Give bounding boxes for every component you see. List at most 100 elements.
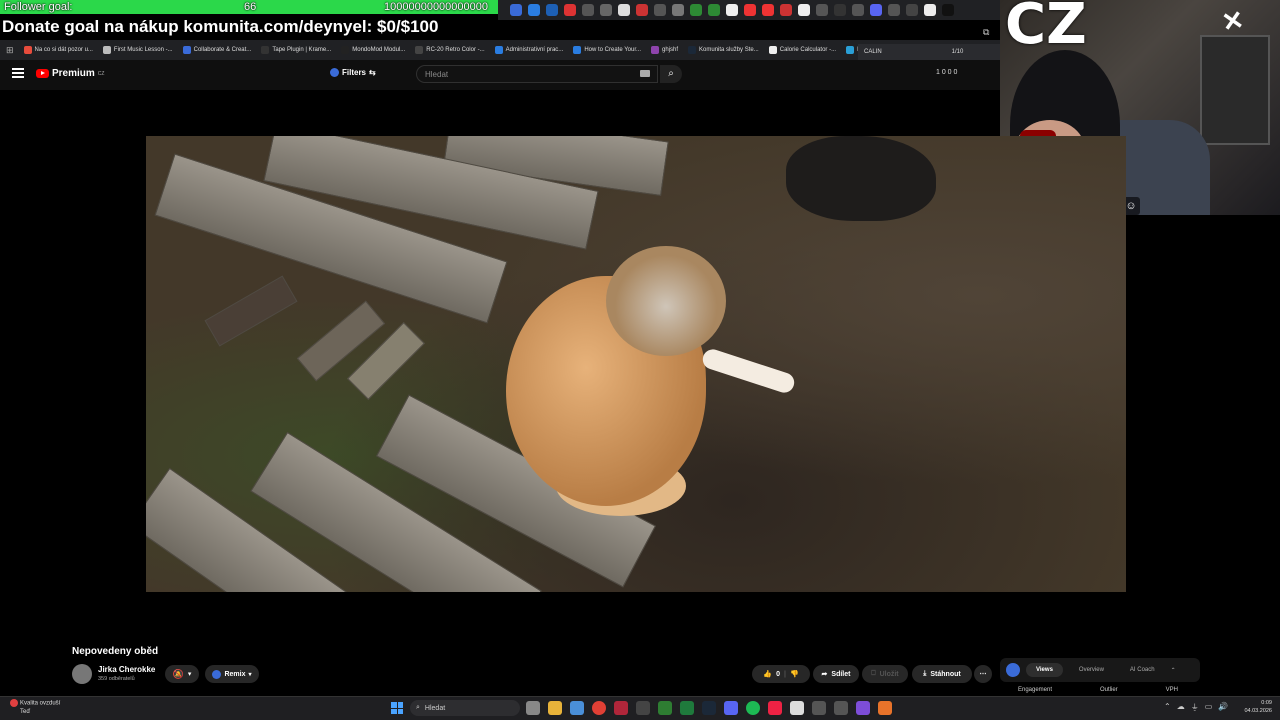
extension-icon[interactable]: [798, 4, 810, 16]
find-in-page-bar[interactable]: CALIN 1/10: [858, 44, 1003, 60]
extension-icon[interactable]: [816, 4, 828, 16]
extension-icon[interactable]: [654, 4, 666, 16]
app-icon[interactable]: [614, 701, 628, 715]
app-icon[interactable]: [636, 701, 650, 715]
bookmark-item[interactable]: Calorie Calculator -...: [768, 46, 836, 54]
tab-views[interactable]: Views: [1026, 663, 1063, 677]
keyboard-icon[interactable]: [640, 70, 650, 77]
like-button[interactable]: 👍 0 | 👎: [752, 665, 810, 683]
extension-icon[interactable]: [870, 4, 882, 16]
extension-icon[interactable]: [510, 4, 522, 16]
chevron-up-icon[interactable]: ⌃: [1171, 667, 1176, 674]
app-icon[interactable]: [856, 701, 870, 715]
weather-title: Kvalita ovzduší: [20, 700, 61, 707]
sliders-icon: ⇆: [369, 68, 376, 77]
bookmark-item[interactable]: Collaborate & Creat...: [182, 46, 251, 54]
notification-bell-button[interactable]: 🔕 ▾: [165, 665, 199, 683]
discord-icon[interactable]: [724, 701, 738, 715]
app-icon[interactable]: [790, 701, 804, 715]
extension-icon[interactable]: [528, 4, 540, 16]
follower-goal-target: 10000000000000000: [384, 1, 489, 13]
app-icon[interactable]: [570, 701, 584, 715]
dark-rock: [786, 136, 936, 221]
more-actions-button[interactable]: ⋯: [974, 665, 992, 683]
save-button[interactable]: ⎕ Uložit: [862, 665, 908, 683]
download-button[interactable]: ⤓ Stáhnout: [912, 665, 972, 683]
search-button[interactable]: ⌕: [660, 65, 682, 83]
extension-icon[interactable]: [834, 4, 846, 16]
extension-icon[interactable]: [942, 4, 954, 16]
bookmark-item[interactable]: First Music Lesson -...: [102, 46, 173, 54]
more-dots-icon: ⋯: [979, 671, 987, 678]
file-explorer-icon[interactable]: [548, 701, 562, 715]
extension-icon[interactable]: [744, 4, 756, 16]
extension-icon[interactable]: [852, 4, 864, 16]
speaker-icon[interactable]: 🔊: [1218, 702, 1228, 713]
bookmark-item[interactable]: Administrativní prac...: [494, 46, 563, 54]
bookmark-item[interactable]: ghjshf: [651, 46, 678, 54]
app-icon[interactable]: [834, 701, 848, 715]
steam-icon[interactable]: [702, 701, 716, 715]
bookmark-item[interactable]: MondoMod Modul...: [341, 46, 405, 54]
extension-icon[interactable]: [672, 4, 684, 16]
metric-engagement: Engagement: [1018, 687, 1053, 693]
excel-icon[interactable]: [680, 701, 694, 715]
chevron-up-icon[interactable]: ⌃: [1164, 702, 1171, 713]
download-label: Stáhnout: [930, 670, 961, 678]
channel-avatar[interactable]: [72, 664, 92, 684]
hamburger-menu-icon[interactable]: [12, 68, 24, 78]
extension-icon[interactable]: [906, 4, 918, 16]
bookmark-item[interactable]: Komunita služby Ste...: [688, 46, 759, 54]
search-icon: ⌕: [416, 704, 420, 711]
youtube-logo[interactable]: Premium CZ: [36, 68, 104, 79]
apps-grid-icon[interactable]: ⊞: [6, 45, 14, 56]
chrome-icon[interactable]: [592, 701, 606, 715]
network-icon[interactable]: ☁: [1177, 702, 1185, 713]
windows-start-button[interactable]: [391, 702, 403, 714]
remix-button[interactable]: Remix ▾: [205, 665, 259, 683]
extension-icon[interactable]: [780, 4, 792, 16]
usb-icon[interactable]: ⏚: [1191, 702, 1199, 713]
thumbs-up-icon: 👍: [763, 671, 773, 678]
extension-icon[interactable]: [546, 4, 558, 16]
tab-ai-coach[interactable]: AI Coach: [1120, 663, 1165, 677]
filters-label: Filters: [342, 68, 367, 77]
extension-icon[interactable]: [762, 4, 774, 16]
extension-icon[interactable]: [600, 4, 612, 16]
battery-icon[interactable]: ▭: [1205, 702, 1213, 713]
filters-button[interactable]: Filters ⇆: [330, 68, 376, 77]
video-player[interactable]: [146, 136, 1126, 592]
bookmark-item[interactable]: Tape Plugin | Krame...: [261, 46, 331, 54]
bookmark-item[interactable]: Na co si dát pozor u...: [23, 46, 93, 54]
find-query[interactable]: CALIN: [864, 49, 882, 55]
extension-icon[interactable]: [618, 4, 630, 16]
brave-icon[interactable]: [878, 701, 892, 715]
search-input[interactable]: Hledat: [416, 65, 658, 83]
thumbs-down-icon[interactable]: 👎: [790, 670, 799, 678]
bookmark-item[interactable]: How to Create Your...: [573, 46, 641, 54]
extension-icon[interactable]: [708, 4, 720, 16]
task-view-icon[interactable]: [526, 701, 540, 715]
spotify-icon[interactable]: [746, 701, 760, 715]
bookmark-icon: ⎕: [871, 670, 876, 677]
weather-widget[interactable]: Kvalita ovzduší Teď: [10, 699, 60, 716]
taskbar-search[interactable]: ⌕ Hledat: [410, 700, 520, 716]
extension-icon[interactable]: [690, 4, 702, 16]
extension-icon[interactable]: [564, 4, 576, 16]
extension-icon[interactable]: [582, 4, 594, 16]
cast-icon[interactable]: ⧉: [983, 27, 989, 38]
channel-name[interactable]: Jirka Cherokke: [98, 665, 155, 674]
header-stats: 1 0 0 0: [936, 69, 958, 76]
nvidia-icon[interactable]: [658, 701, 672, 715]
taskbar-clock[interactable]: 0:09 04.03.2026: [1236, 699, 1272, 715]
app-icon[interactable]: [768, 701, 782, 715]
extension-icon[interactable]: [924, 4, 936, 16]
extension-icon[interactable]: [726, 4, 738, 16]
settings-icon[interactable]: [812, 701, 826, 715]
extension-icon[interactable]: [888, 4, 900, 16]
subscriber-count: 359 odběratelů: [98, 676, 135, 682]
tab-overview[interactable]: Overview: [1069, 663, 1114, 677]
extension-icon[interactable]: [636, 4, 648, 16]
share-button[interactable]: ➦ Sdílet: [813, 665, 859, 683]
bookmark-item[interactable]: RC-20 Retro Color -...: [415, 46, 485, 54]
